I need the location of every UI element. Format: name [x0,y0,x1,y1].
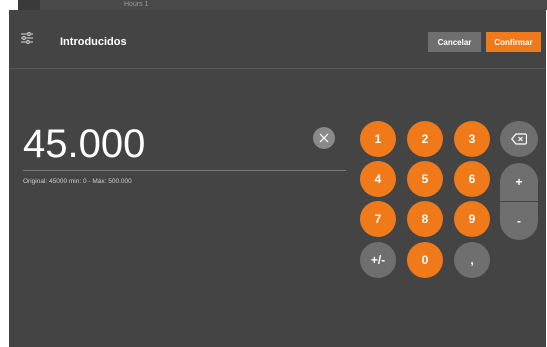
key-1[interactable]: 1 [360,121,396,157]
header-divider [9,68,546,69]
close-icon [319,133,329,143]
increment-button[interactable]: + [500,163,538,201]
key-3[interactable]: 3 [454,121,490,157]
key-decimal[interactable]: , [454,242,490,278]
key-8[interactable]: 8 [407,201,443,237]
value-underline [23,170,346,171]
key-7[interactable]: 7 [360,201,396,237]
confirm-button[interactable]: Confirmar [486,32,541,52]
clear-value-button[interactable] [313,127,335,149]
background-tab-label: Hours 1 [124,1,149,8]
value-display: 45.000 [23,122,146,166]
key-5[interactable]: 5 [407,161,443,197]
background-tab-dark [18,0,40,10]
key-toggle-sign[interactable]: +/- [360,242,396,278]
filter-sliders-icon[interactable] [20,32,34,44]
backspace-icon [511,133,527,145]
key-9[interactable]: 9 [454,201,490,237]
numeric-input-modal: Introducidos Cancelar Confirmar 45.000 O… [9,10,546,347]
value-range-info: Original: 45000 min: 0 - Máx: 500.000 [23,178,132,185]
backspace-button[interactable] [500,121,538,157]
key-0[interactable]: 0 [407,242,443,278]
key-2[interactable]: 2 [407,121,443,157]
key-4[interactable]: 4 [360,161,396,197]
background-tab [40,0,547,10]
modal-title: Introducidos [60,36,127,48]
cancel-button[interactable]: Cancelar [428,32,481,52]
key-6[interactable]: 6 [454,161,490,197]
decrement-button[interactable]: - [500,202,538,240]
